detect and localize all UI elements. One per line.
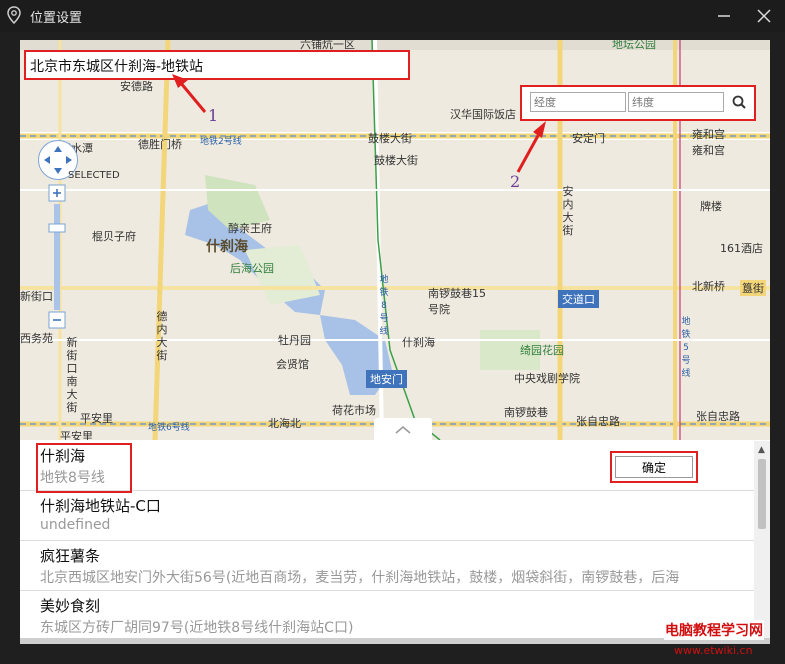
watermark-site-url: www.etwiki.cn (674, 644, 753, 657)
result-address: 东城区方砖厂胡同97号(近地铁8号线什刹海站C口) (40, 620, 354, 636)
result-name: 什刹海地铁站-C口 (40, 497, 161, 515)
list-item[interactable]: 美妙食刻 东城区方砖厂胡同97号(近地铁8号线什刹海站C口) (20, 590, 754, 638)
result-name: 疯狂薯条 (40, 547, 101, 565)
watermark-site-name: 电脑教程学习网 (664, 620, 764, 640)
result-address: undefined (40, 517, 111, 533)
list-item[interactable]: 疯狂薯条 北京西城区地安门外大街56号(近地百商场，麦当劳，什刹海地铁站，鼓楼，… (20, 540, 754, 591)
list-item[interactable]: 什刹海地铁站-C口 undefined (20, 490, 754, 541)
annotation-number: 1 (208, 106, 219, 125)
confirm-button[interactable]: 确定 (615, 456, 693, 478)
scroll-up-icon[interactable]: ▲ (758, 445, 765, 455)
bottom-strip (20, 638, 770, 644)
result-address: 北京西城区地安门外大街56号(近地百商场，麦当劳，什刹海地铁站，鼓楼，烟袋斜街，… (40, 570, 680, 586)
confirm-highlight: 确定 (610, 451, 698, 483)
results-scrollbar[interactable]: ▲ (754, 441, 770, 638)
scrollbar-thumb[interactable] (758, 459, 766, 529)
annotation-number: 2 (510, 172, 521, 191)
first-result-highlight (36, 443, 132, 493)
result-name: 美妙食刻 (40, 597, 101, 615)
